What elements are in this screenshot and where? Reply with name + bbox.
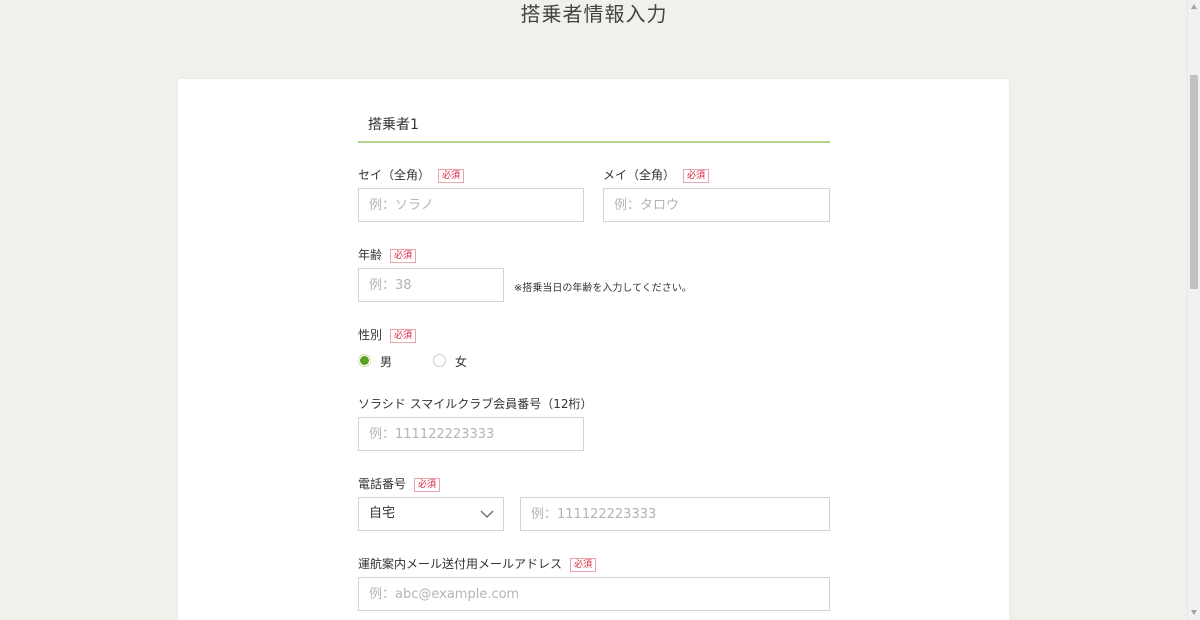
email-label-text: 運航案内メール送付用メールアドレス [358,557,563,571]
required-badge: 必須 [438,169,465,183]
member-number-input[interactable] [358,417,584,451]
page-title: 搭乗者情報入力 [520,2,668,26]
required-badge: 必須 [570,558,597,572]
vertical-scrollbar[interactable] [1187,0,1200,620]
scroll-up-arrow-icon[interactable] [1190,3,1198,11]
passenger-form-card: 搭乗者1 セイ（全角）必須 メイ（全角）必須 年齢必須 ※搭乗当日の年齢を入力し… [178,79,1009,620]
mei-input[interactable] [603,188,830,222]
section-title: 搭乗者1 [368,117,419,133]
required-badge: 必須 [414,478,441,492]
email-input[interactable] [358,577,830,611]
sei-input[interactable] [358,188,584,222]
age-input[interactable] [358,268,504,302]
member-number-label: ソラシド スマイルクラブ会員番号（12桁） [358,397,593,411]
gender-radio-female[interactable] [433,354,446,367]
required-badge: 必須 [390,249,417,263]
age-label-text: 年齢 [358,248,383,262]
gender-label-text: 性別 [358,328,383,342]
chevron-down-icon [480,510,494,518]
phone-label: 電話番号 必須 [358,477,441,492]
gender-label: 性別 必須 [358,328,417,343]
phone-type-selected: 自宅 [369,506,396,521]
mei-label-text: メイ（全角） [603,168,676,182]
phone-type-select[interactable]: 自宅 [358,497,504,531]
email-label: 運航案内メール送付用メールアドレス 必須 [358,557,597,572]
page: 搭乗者情報入力 搭乗者1 セイ（全角）必須 メイ（全角）必須 年齢必須 ※搭乗当… [0,0,1200,620]
gender-radio-female-label[interactable]: 女 [455,353,467,370]
phone-number-input[interactable] [520,497,830,531]
scrollbar-thumb[interactable] [1190,75,1198,289]
gender-radio-male[interactable] [358,354,371,367]
age-note: ※搭乗当日の年齢を入力してください。 [514,283,692,294]
sei-label-text: セイ（全角） [358,168,431,182]
scroll-down-arrow-icon[interactable] [1190,608,1198,616]
required-badge: 必須 [390,329,417,343]
required-badge: 必須 [683,169,710,183]
phone-label-text: 電話番号 [358,477,407,491]
mei-label: メイ（全角） 必須 [603,168,710,183]
section-header: 搭乗者1 [358,111,830,143]
sei-label: セイ（全角） 必須 [358,168,465,183]
gender-radio-male-label[interactable]: 男 [380,353,392,370]
age-label: 年齢 必須 [358,248,417,263]
